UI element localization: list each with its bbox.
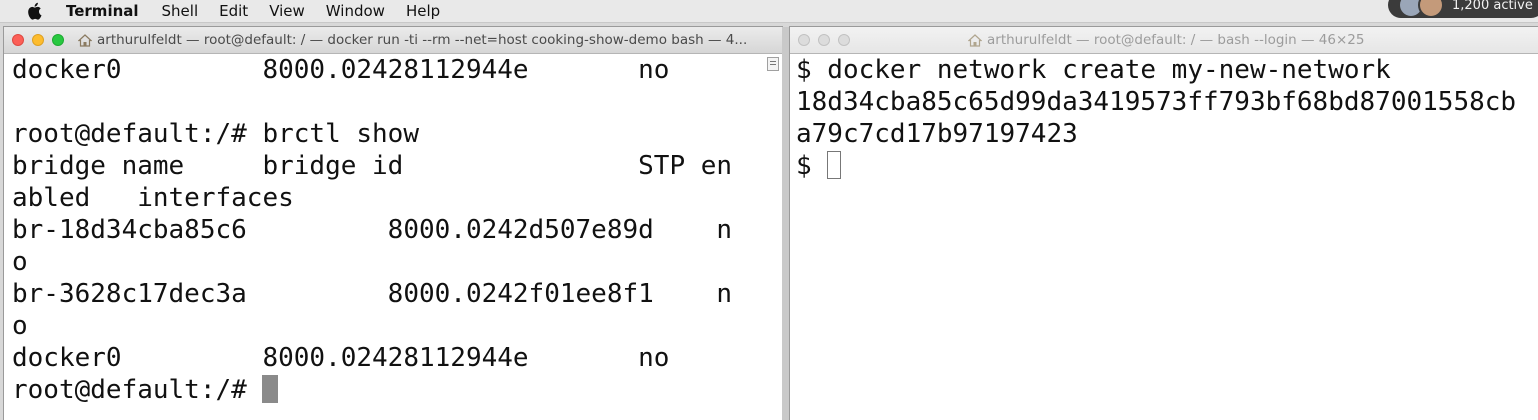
menu-window[interactable]: Window [326,2,385,20]
menu-app-terminal[interactable]: Terminal [66,2,139,20]
window-divider [782,27,790,420]
window-title: arthurulfeldt — root@default: / — bash -… [987,32,1365,48]
home-folder-icon [968,33,982,47]
terminal-output[interactable]: $ docker network create my-new-network 1… [790,54,1538,420]
avatar [1418,0,1444,18]
terminal-prompt-line[interactable]: $ [796,150,1538,182]
terminal-line: br-18d34cba85c6 8000.0242d507e89d n [12,215,733,245]
terminal-window-right[interactable]: arthurulfeldt — root@default: / — bash -… [790,27,1538,420]
zoom-button[interactable] [838,34,850,46]
terminal-line: o [12,311,28,341]
terminal-prompt-line[interactable]: root@default:/# [12,374,782,406]
terminal-line: 18d34cba85c65d99da3419573ff793bf68bd8700… [796,87,1517,117]
terminal-line: a79c7cd17b97197423 [796,119,1078,149]
terminal-line: root@default:/# brctl show [12,119,419,149]
close-button[interactable] [798,34,810,46]
text-cursor [827,151,842,179]
terminal-output[interactable]: docker0 8000.02428112944e no root@defaul… [4,54,782,420]
close-button[interactable] [12,34,24,46]
menu-help[interactable]: Help [406,2,440,20]
terminal-line: bridge name bridge id STP en [12,151,733,181]
window-title: arthurulfeldt — root@default: / — docker… [97,32,748,48]
minimize-button[interactable] [818,34,830,46]
terminal-line: br-3628c17dec3a 8000.0242f01ee8f1 n [12,279,733,309]
terminal-line: docker0 8000.02428112944e no [12,55,670,85]
minimize-button[interactable] [32,34,44,46]
terminal-line: o [12,247,28,277]
menu-edit[interactable]: Edit [219,2,248,20]
home-folder-icon [78,33,92,47]
window-titlebar[interactable]: arthurulfeldt — root@default: / — bash -… [790,27,1538,54]
terminal-line: docker0 8000.02428112944e no [12,343,670,373]
menu-shell[interactable]: Shell [162,2,199,20]
shell-prompt: $ [796,151,828,181]
scroll-indicator-icon[interactable] [767,57,779,71]
zoom-button[interactable] [52,34,64,46]
apple-menu-icon[interactable] [24,1,44,21]
terminal-line: $ docker network create my-new-network [796,55,1391,85]
terminal-line: abled interfaces [12,183,294,213]
text-cursor [262,375,279,403]
menu-view[interactable]: View [269,2,305,20]
terminal-window-left[interactable]: arthurulfeldt — root@default: / — docker… [4,27,782,420]
viewer-count-badge: 1,200 active [1388,0,1538,18]
viewer-count-text: 1,200 active [1452,0,1533,13]
menu-bar: Terminal Shell Edit View Window Help 1,2… [0,0,1538,23]
window-titlebar[interactable]: arthurulfeldt — root@default: / — docker… [4,27,782,54]
shell-prompt: root@default:/# [12,375,263,405]
